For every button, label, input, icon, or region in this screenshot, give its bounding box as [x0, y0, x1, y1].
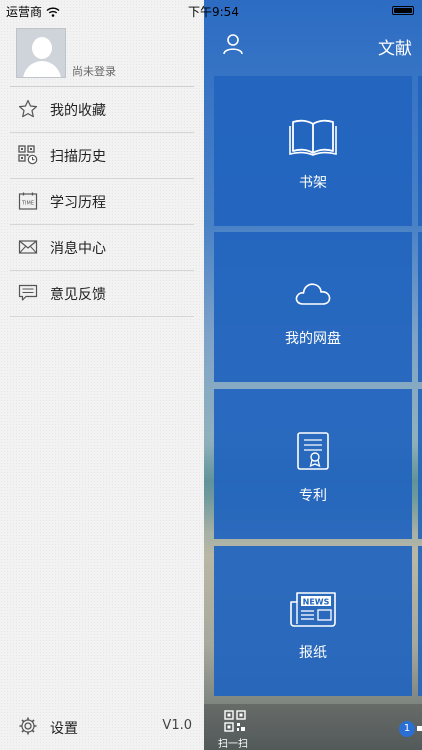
tile-label: 专利	[299, 488, 327, 504]
certificate-document-icon	[297, 432, 329, 470]
carrier-name: 运营商	[6, 5, 43, 19]
qr-code-history-icon	[18, 145, 38, 165]
chat-bubble-icon	[18, 284, 38, 301]
wifi-icon	[46, 7, 60, 17]
carrier-group: 运营商	[6, 3, 60, 20]
tile-label: 我的网盘	[285, 331, 341, 347]
status-bar: 运营商 下午9:54	[0, 0, 422, 20]
bottom-toolbar: 扫一扫 1	[204, 704, 422, 750]
toolbar-edge-item	[417, 726, 422, 731]
drawer-menu: 我的收藏 扫描历史 TIME 学习历程 消息中心 意见反馈	[10, 87, 194, 317]
user-icon[interactable]	[222, 33, 244, 55]
battery-icon	[392, 6, 414, 15]
tile-label: 报纸	[299, 645, 327, 661]
tile-edge	[418, 76, 422, 226]
menu-item-feedback[interactable]: 意见反馈	[10, 271, 194, 317]
tile-bookshelf[interactable]: 书架	[214, 76, 412, 226]
star-icon	[18, 99, 38, 118]
svg-text:TIME: TIME	[21, 201, 34, 207]
svg-text:NEWS: NEWS	[303, 598, 330, 607]
gear-icon	[19, 717, 37, 735]
menu-item-label: 扫描历史	[50, 149, 106, 165]
avatar[interactable]	[16, 28, 66, 78]
status-time: 下午9:54	[188, 5, 239, 19]
menu-item-messages[interactable]: 消息中心	[10, 225, 194, 271]
tile-edge	[418, 546, 422, 696]
menu-item-label: 学习历程	[50, 195, 106, 211]
envelope-icon	[18, 240, 38, 254]
version-text: V1.0	[162, 718, 192, 733]
main-panel: 文献 书架 我的网盘 专利 NEWS 报纸 扫一扫 1	[204, 0, 422, 750]
calendar-time-icon: TIME	[18, 192, 38, 210]
side-drawer: 尚未登录 我的收藏 扫描历史 TIME 学习历程 消息中心 意见反馈 设置 V1…	[0, 0, 204, 750]
tile-edge	[418, 389, 422, 539]
open-book-icon	[289, 119, 337, 156]
qr-scan-icon[interactable]	[224, 710, 246, 732]
cloud-icon	[295, 283, 331, 305]
settings-row[interactable]: 设置 V1.0	[0, 706, 204, 750]
menu-item-label: 消息中心	[50, 241, 106, 257]
settings-label: 设置	[50, 721, 78, 737]
menu-item-favorites[interactable]: 我的收藏	[10, 87, 194, 133]
scan-button-label[interactable]: 扫一扫	[218, 735, 248, 750]
login-status-link[interactable]: 尚未登录	[72, 63, 116, 79]
newspaper-icon: NEWS	[290, 592, 336, 627]
tile-edge	[418, 232, 422, 382]
menu-item-label: 意见反馈	[50, 287, 106, 303]
tile-label: 书架	[299, 175, 327, 191]
menu-item-label: 我的收藏	[50, 103, 106, 119]
top-nav-bar: 文献	[204, 20, 422, 70]
tile-newspaper[interactable]: NEWS 报纸	[214, 546, 412, 696]
menu-item-scan-history[interactable]: 扫描历史	[10, 133, 194, 179]
notification-badge[interactable]: 1	[399, 721, 415, 737]
tile-cloud-drive[interactable]: 我的网盘	[214, 232, 412, 382]
tile-patent[interactable]: 专利	[214, 389, 412, 539]
page-title: 文献	[378, 39, 412, 59]
menu-item-learning-history[interactable]: TIME 学习历程	[10, 179, 194, 225]
